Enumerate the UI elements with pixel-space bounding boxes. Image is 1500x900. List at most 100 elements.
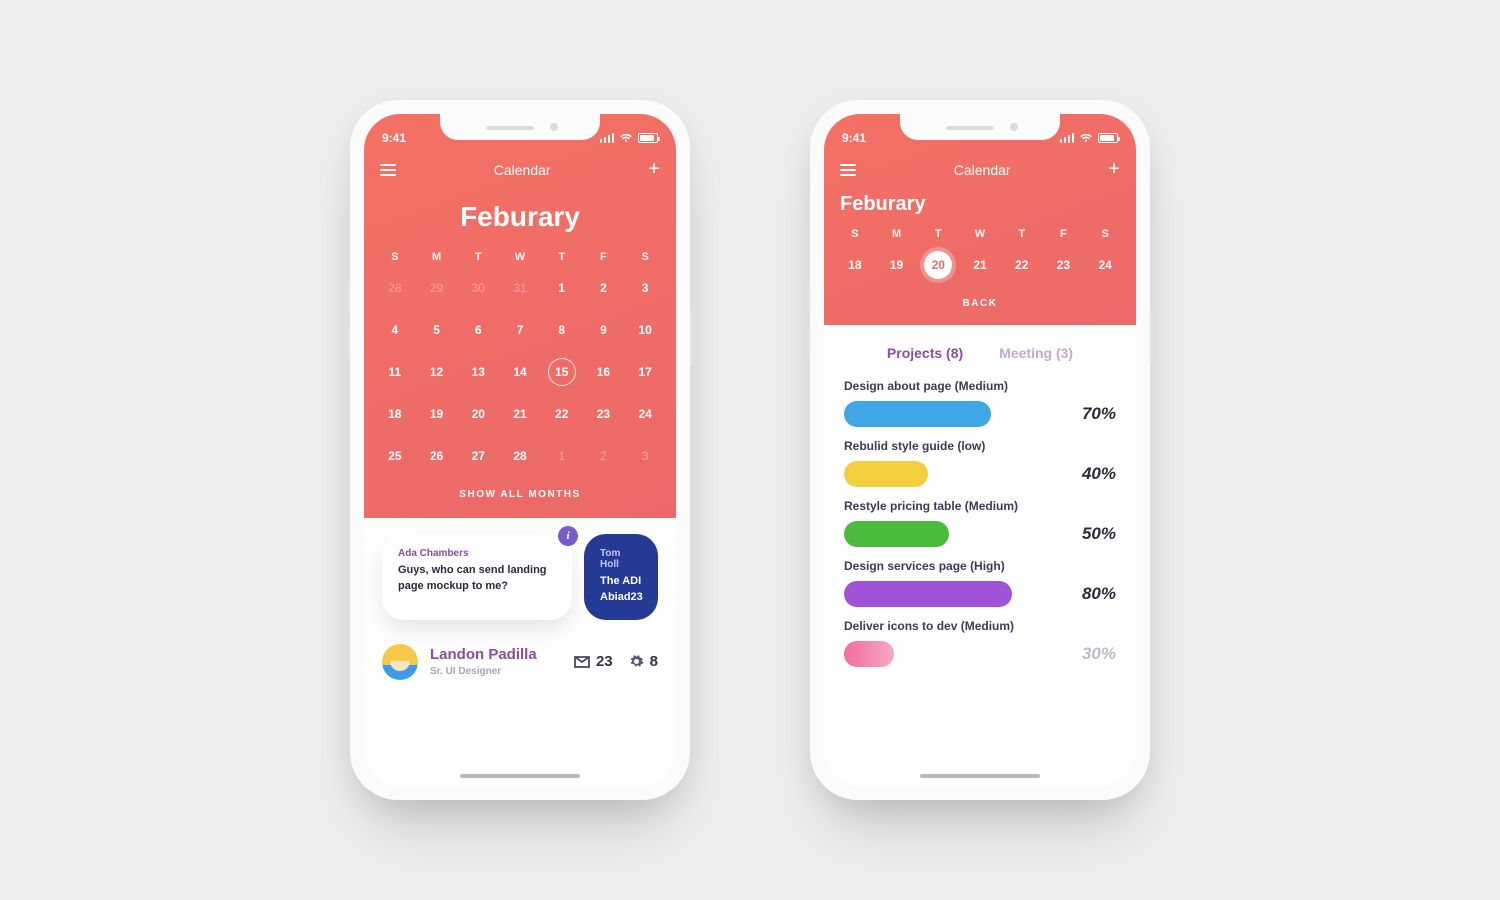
top-bar: Calendar + xyxy=(824,152,1136,187)
project-item[interactable]: Restyle pricing table (Medium)50% xyxy=(824,491,1136,551)
projects-list: Design about page (Medium)70%Rebulid sty… xyxy=(824,371,1136,671)
calendar-day[interactable]: 7 xyxy=(499,309,541,351)
menu-icon[interactable] xyxy=(840,164,856,176)
calendar-day[interactable]: 21 xyxy=(499,393,541,435)
stat-settings[interactable]: 8 xyxy=(629,653,658,670)
tabs: Projects (8) Meeting (3) xyxy=(824,325,1136,371)
calendar-day[interactable]: 4 xyxy=(374,309,416,351)
progress-fill xyxy=(844,641,894,667)
calendar-day[interactable]: 3 xyxy=(624,435,666,477)
calendar-day[interactable]: 23 xyxy=(583,393,625,435)
project-item[interactable]: Deliver icons to dev (Medium) 30% xyxy=(824,611,1136,671)
calendar-day[interactable]: 1 xyxy=(541,267,583,309)
calendar-day[interactable]: 15 xyxy=(541,351,583,393)
user-role: Sr. UI Designer xyxy=(430,666,537,677)
weekday-header: SMTWTFS xyxy=(364,241,676,267)
calendar-day[interactable]: 2 xyxy=(583,267,625,309)
progress-percent: 50% xyxy=(1082,524,1116,544)
menu-icon[interactable] xyxy=(380,164,396,176)
calendar-day[interactable]: 9 xyxy=(583,309,625,351)
month-grid: 2829303112345678910111213141516171819202… xyxy=(364,267,676,477)
home-indicator[interactable] xyxy=(920,774,1040,778)
calendar-day[interactable]: 20 xyxy=(457,393,499,435)
info-icon[interactable]: i xyxy=(558,526,578,546)
calendar-day[interactable]: 14 xyxy=(499,351,541,393)
battery-icon xyxy=(638,133,658,143)
calendar-day[interactable]: 21 xyxy=(959,244,1001,286)
screen: 9:41 Calendar + Feburary SMTWTFS 2829303… xyxy=(364,114,676,786)
calendar-day[interactable]: 29 xyxy=(416,267,458,309)
weekday-label: S xyxy=(374,241,416,267)
calendar-day[interactable]: 20 xyxy=(917,244,959,286)
calendar-day[interactable]: 18 xyxy=(374,393,416,435)
project-item[interactable]: Design about page (Medium)70% xyxy=(824,371,1136,431)
status-time: 9:41 xyxy=(382,131,406,145)
calendar-day[interactable]: 19 xyxy=(416,393,458,435)
calendar-day[interactable]: 19 xyxy=(876,244,918,286)
project-name: Rebulid style guide (low) xyxy=(844,439,1116,453)
calendar-day[interactable]: 12 xyxy=(416,351,458,393)
calendar-day[interactable]: 25 xyxy=(374,435,416,477)
progress-fill xyxy=(844,461,928,487)
stat-mail[interactable]: 23 xyxy=(574,653,613,670)
project-name: Design about page (Medium) xyxy=(844,379,1116,393)
weekday-label: W xyxy=(959,218,1001,244)
progress-track xyxy=(844,641,1054,667)
weekday-label: S xyxy=(624,241,666,267)
calendar-day[interactable]: 24 xyxy=(624,393,666,435)
calendar-day[interactable]: 11 xyxy=(374,351,416,393)
calendar-day[interactable]: 31 xyxy=(499,267,541,309)
progress-percent: 40% xyxy=(1082,464,1116,484)
calendar-day[interactable]: 28 xyxy=(499,435,541,477)
message-card[interactable]: Ada ChambersGuys, who can send landing p… xyxy=(382,534,572,620)
calendar-day[interactable]: 30 xyxy=(457,267,499,309)
project-progress-row: 80% xyxy=(844,581,1116,607)
progress-fill xyxy=(844,401,991,427)
calendar-day[interactable]: 6 xyxy=(457,309,499,351)
calendar-day[interactable]: 16 xyxy=(583,351,625,393)
stat-settings-count: 8 xyxy=(650,653,658,670)
progress-track xyxy=(844,521,1054,547)
calendar-day[interactable]: 5 xyxy=(416,309,458,351)
project-item[interactable]: Rebulid style guide (low) 40% xyxy=(824,431,1136,491)
calendar-day[interactable]: 18 xyxy=(834,244,876,286)
progress-track xyxy=(844,581,1054,607)
home-indicator[interactable] xyxy=(460,774,580,778)
calendar-day[interactable]: 13 xyxy=(457,351,499,393)
project-progress-row: 30% xyxy=(844,641,1116,667)
message-card[interactable]: Tom Holl The ADI Abiad23 xyxy=(584,534,658,620)
stat-mail-count: 23 xyxy=(596,653,613,670)
calendar-day[interactable]: 23 xyxy=(1043,244,1085,286)
calendar-day[interactable]: 26 xyxy=(416,435,458,477)
show-all-months-button[interactable]: SHOW ALL MONTHS xyxy=(364,477,676,516)
calendar-day[interactable]: 1 xyxy=(541,435,583,477)
message-text: The ADI Abiad23 xyxy=(600,574,642,606)
calendar-day[interactable]: 2 xyxy=(583,435,625,477)
weekday-label: T xyxy=(541,241,583,267)
calendar-day[interactable]: 10 xyxy=(624,309,666,351)
project-name: Design services page (High) xyxy=(844,559,1116,573)
tab[interactable]: Projects (8) xyxy=(887,345,963,361)
user-text: Landon Padilla Sr. UI Designer xyxy=(430,647,537,677)
message-author: Tom Holl xyxy=(600,548,642,570)
calendar-day[interactable]: 28 xyxy=(374,267,416,309)
calendar-day[interactable]: 8 xyxy=(541,309,583,351)
top-bar: Calendar + xyxy=(364,152,676,187)
calendar-day[interactable]: 22 xyxy=(541,393,583,435)
tab[interactable]: Meeting (3) xyxy=(999,345,1073,361)
calendar-day[interactable]: 27 xyxy=(457,435,499,477)
back-button[interactable]: BACK xyxy=(824,286,1136,325)
add-icon[interactable]: + xyxy=(648,158,660,181)
calendar-day[interactable]: 24 xyxy=(1084,244,1126,286)
calendar-day[interactable]: 22 xyxy=(1001,244,1043,286)
project-name: Deliver icons to dev (Medium) xyxy=(844,619,1116,633)
project-item[interactable]: Design services page (High) 80% xyxy=(824,551,1136,611)
calendar-day[interactable]: 17 xyxy=(624,351,666,393)
calendar-day[interactable]: 3 xyxy=(624,267,666,309)
weekday-label: S xyxy=(1084,218,1126,244)
project-progress-row: 50% xyxy=(844,521,1116,547)
wifi-icon xyxy=(619,133,633,143)
weekday-label: F xyxy=(1043,218,1085,244)
projects-panel: Projects (8) Meeting (3) Design about pag… xyxy=(824,325,1136,671)
add-icon[interactable]: + xyxy=(1108,158,1120,181)
